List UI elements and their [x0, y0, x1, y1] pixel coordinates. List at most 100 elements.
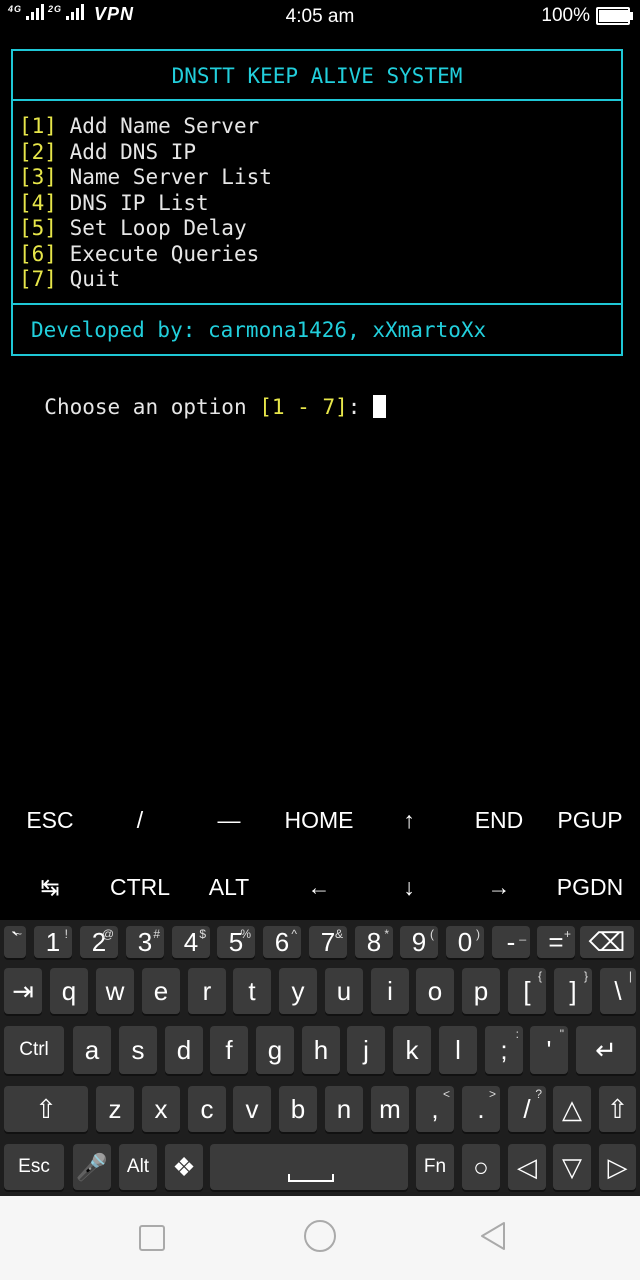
keyboard-key[interactable]: j [347, 1026, 385, 1074]
extra-key[interactable]: ESC [5, 790, 95, 850]
keyboard-key[interactable]: ❖ [165, 1144, 203, 1190]
extra-key[interactable]: PGDN [545, 857, 635, 917]
extra-key[interactable]: / [95, 790, 185, 850]
keyboard-key[interactable]: 2 @ [80, 926, 118, 958]
keyboard-key[interactable]: \ | [600, 968, 636, 1014]
keyboard-key[interactable]: ]} [554, 968, 592, 1014]
keyboard-key[interactable]: c [188, 1086, 226, 1132]
keyboard-key[interactable]: △ [553, 1086, 591, 1132]
extra-key[interactable]: HOME [274, 790, 364, 850]
menu-option: [5] Set Loop Delay [19, 215, 247, 241]
keyboard-key[interactable]: ⇧ [599, 1086, 636, 1132]
keyboard-key[interactable]: i [371, 968, 409, 1014]
keyboard-key-label: y [291, 975, 305, 1006]
keyboard-key[interactable]: ○ [462, 1144, 500, 1190]
keyboard-key[interactable]: /? [508, 1086, 546, 1132]
keyboard-key[interactable]: 7 & [309, 926, 347, 958]
text-cursor [373, 395, 387, 418]
menu-option: [3] Name Server List [19, 164, 272, 190]
keyboard-key[interactable]: ▷ [599, 1144, 636, 1190]
keyboard-key[interactable]: m [371, 1086, 409, 1132]
keyboard-key[interactable]: x [142, 1086, 180, 1132]
keyboard-key[interactable]: ;: [485, 1026, 523, 1074]
extra-key[interactable]: ↑ [364, 790, 454, 850]
keyboard-key[interactable]: ⇥ [4, 968, 42, 1014]
keyboard-key-label: ▷ [607, 1151, 628, 1182]
keyboard-key-label: z [108, 1093, 122, 1124]
keyboard-key[interactable]: ⌫ [580, 926, 634, 958]
keyboard-key[interactable]: ⇧ [4, 1086, 88, 1132]
keyboard-key[interactable]: q [50, 968, 88, 1014]
keyboard-key[interactable]: 3 # [126, 926, 164, 958]
keyboard-key[interactable]: , < [416, 1086, 454, 1132]
keyboard-key[interactable]: w [96, 968, 134, 1014]
extra-key[interactable]: → [454, 857, 544, 917]
extra-key[interactable]: ALT [184, 857, 274, 917]
keyboard-key[interactable]: b [279, 1086, 317, 1132]
keyboard-key[interactable]: Ctrl [4, 1026, 64, 1074]
keyboard-key[interactable]: u [325, 968, 363, 1014]
keyboard-key[interactable]: d [165, 1026, 203, 1074]
extra-key[interactable]: ← [274, 857, 364, 917]
menu-option-label: Add DNS IP [69, 139, 197, 164]
keyboard-key-label [210, 1144, 408, 1190]
extra-key[interactable]: PGUP [545, 790, 635, 850]
keyboard-key[interactable]: p [462, 968, 500, 1014]
keyboard-key[interactable]: 6 ^ [263, 926, 301, 958]
keyboard-key[interactable]: Esc [4, 1144, 64, 1190]
prompt-colon: : [347, 395, 374, 419]
keyboard-key[interactable]: ◁ [508, 1144, 546, 1190]
keyboard-key[interactable]: z [96, 1086, 134, 1132]
keyboard-key[interactable]: . > [462, 1086, 500, 1132]
keyboard-key[interactable]: 4 $ [172, 926, 210, 958]
keyboard-key[interactable]: k [393, 1026, 431, 1074]
extra-key[interactable]: CTRL [95, 857, 185, 917]
keyboard-key[interactable]: 1! [34, 926, 72, 958]
keyboard-key[interactable]: 8 * [355, 926, 393, 958]
keyboard-key[interactable]: h [302, 1026, 340, 1074]
recent-apps-button[interactable] [139, 1225, 165, 1251]
extra-key[interactable]: ↹ [5, 857, 95, 917]
keyboard-key[interactable]: ` ~ [4, 926, 26, 958]
keyboard-key[interactable]: g [256, 1026, 294, 1074]
menu-option: [6] Execute Queries [19, 241, 259, 267]
extra-key[interactable]: ― [184, 790, 274, 850]
keyboard-key[interactable]: e [142, 968, 180, 1014]
keyboard-key[interactable]: l [439, 1026, 477, 1074]
keyboard-key[interactable]: = + [537, 926, 575, 958]
keyboard-key[interactable]: f [210, 1026, 248, 1074]
menu-option: [4] DNS IP List [19, 190, 209, 216]
keyboard-key[interactable]: o [416, 968, 454, 1014]
keyboard-key[interactable]: - _ [492, 926, 530, 958]
extra-key[interactable]: END [454, 790, 544, 850]
keyboard-key[interactable]: 0) [446, 926, 484, 958]
extra-key[interactable]: ↓ [364, 857, 454, 917]
keyboard-key-label: q [61, 975, 77, 1006]
keyboard-key[interactable]: Alt [119, 1144, 157, 1190]
back-button[interactable] [478, 1220, 508, 1256]
keyboard-key-label: 🎤 [75, 1151, 109, 1182]
keyboard-key-label: ↵ [595, 1034, 617, 1065]
keyboard-key-shift-label: ) [476, 927, 480, 941]
space-key[interactable] [210, 1144, 408, 1190]
keyboard-key[interactable]: s [119, 1026, 157, 1074]
menu-option-label: Name Server List [69, 165, 272, 189]
keyboard-key[interactable]: ' " [530, 1026, 568, 1074]
home-button[interactable] [304, 1220, 336, 1252]
command-prompt[interactable]: Choose an option [1 - 7]: [19, 368, 387, 419]
keyboard-key[interactable]: n [325, 1086, 363, 1132]
keyboard-key[interactable]: [{ [508, 968, 546, 1014]
keyboard-key[interactable]: y [279, 968, 317, 1014]
keyboard-key[interactable]: 5% [217, 926, 255, 958]
keyboard-key[interactable]: v [233, 1086, 271, 1132]
keyboard-key[interactable]: t [233, 968, 271, 1014]
keyboard-key[interactable]: Fn [416, 1144, 454, 1190]
keyboard-key[interactable]: ▽ [553, 1144, 591, 1190]
keyboard-key[interactable]: 🎤 [73, 1144, 111, 1190]
keyboard-key[interactable]: 9( [400, 926, 438, 958]
keyboard-key[interactable]: r [188, 968, 226, 1014]
battery-percent: 100% [541, 5, 590, 26]
keyboard-key-shift-label: ^ [291, 927, 297, 941]
keyboard-key[interactable]: a [73, 1026, 111, 1074]
keyboard-key[interactable]: ↵ [576, 1026, 636, 1074]
